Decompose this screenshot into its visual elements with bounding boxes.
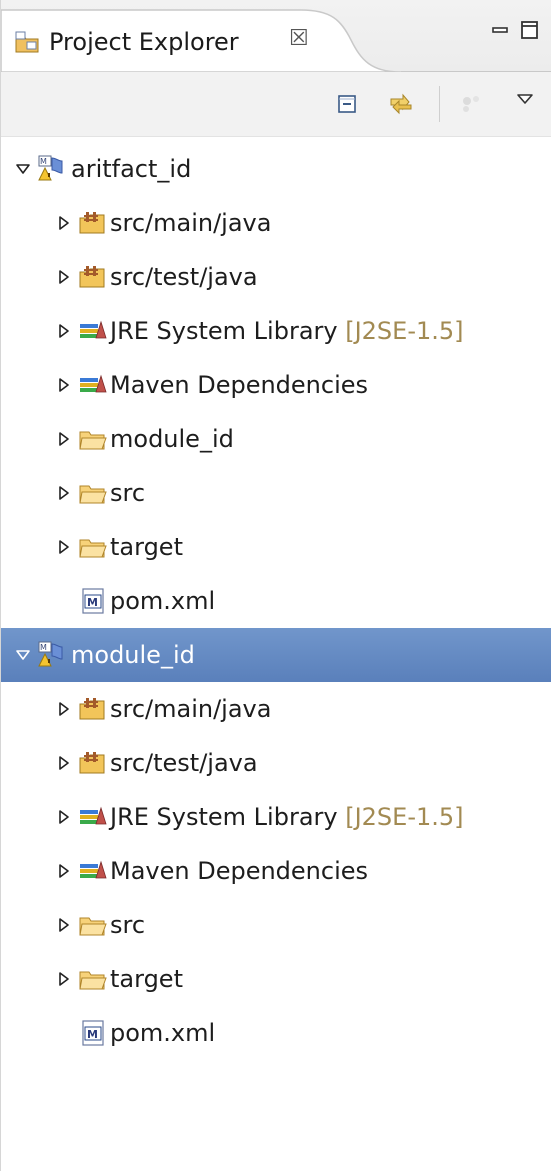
tree-item-row[interactable]: src xyxy=(1,898,551,952)
folder-icon xyxy=(79,485,107,504)
source-folder-icon xyxy=(79,752,105,774)
tree-project-row[interactable]: Mmodule_id xyxy=(1,628,551,682)
item-label: src/test/java xyxy=(110,749,258,777)
tree-item-row[interactable]: JRE System Library [J2SE-1.5] xyxy=(1,790,551,844)
library-version-decoration: [J2SE-1.5] xyxy=(337,803,464,831)
item-label: module_id xyxy=(110,425,234,453)
expand-twisty-icon[interactable] xyxy=(56,809,72,825)
tree-item-row[interactable]: Mpom.xml xyxy=(1,1006,551,1060)
pom-file-icon: M xyxy=(82,588,104,614)
library-icon xyxy=(80,860,107,879)
source-folder-icon xyxy=(79,698,105,720)
library-icon xyxy=(80,806,107,825)
folder-icon xyxy=(79,971,107,990)
expand-twisty-icon[interactable] xyxy=(56,971,72,987)
source-folder-icon xyxy=(79,212,105,234)
tree-item-row[interactable]: target xyxy=(1,952,551,1006)
item-label: target xyxy=(110,965,183,993)
view-title: Project Explorer xyxy=(49,28,239,56)
collapse-twisty-icon[interactable] xyxy=(15,161,31,177)
tree-item-row[interactable]: src/test/java xyxy=(1,250,551,304)
expand-twisty-icon[interactable] xyxy=(56,215,72,231)
expand-twisty-icon[interactable] xyxy=(56,269,72,285)
item-label: src/main/java xyxy=(110,695,272,723)
tree-item-row[interactable]: src/main/java xyxy=(1,196,551,250)
expand-twisty-icon[interactable] xyxy=(56,755,72,771)
tree-item-row[interactable]: Mpom.xml xyxy=(1,574,551,628)
view-toolbar xyxy=(1,72,551,137)
collapse-all-button[interactable] xyxy=(333,90,361,118)
expand-twisty-icon[interactable] xyxy=(56,431,72,447)
project-label: aritfact_id xyxy=(71,155,192,183)
maven-project-icon: M xyxy=(38,641,63,667)
item-label: JRE System Library [J2SE-1.5] xyxy=(110,803,464,831)
item-label: src/test/java xyxy=(110,263,258,291)
tree-item-row[interactable]: module_id xyxy=(1,412,551,466)
tree-item-row[interactable]: Maven Dependencies xyxy=(1,844,551,898)
chevron-down-icon xyxy=(517,94,533,104)
svg-text:M: M xyxy=(87,1028,98,1041)
source-folder-icon xyxy=(79,266,105,288)
toolbar-separator xyxy=(439,86,440,122)
collapse-twisty-icon[interactable] xyxy=(15,647,31,663)
library-icon xyxy=(80,320,107,339)
view-tab[interactable]: Project Explorer xyxy=(13,22,239,62)
tree-item-row[interactable]: target xyxy=(1,520,551,574)
library-icon xyxy=(80,374,107,393)
folder-icon xyxy=(79,431,107,450)
expand-twisty-icon[interactable] xyxy=(56,485,72,501)
expand-twisty-icon[interactable] xyxy=(56,917,72,933)
item-label: JRE System Library [J2SE-1.5] xyxy=(110,317,464,345)
collapse-all-icon xyxy=(338,95,356,113)
tree-item-row[interactable]: Maven Dependencies xyxy=(1,358,551,412)
minimize-icon[interactable] xyxy=(489,18,513,42)
svg-text:M: M xyxy=(40,643,47,652)
item-label: Maven Dependencies xyxy=(110,371,369,399)
link-with-editor-button[interactable] xyxy=(387,90,415,118)
tree-project-row[interactable]: Maritfact_id xyxy=(1,142,551,196)
folder-icon xyxy=(79,917,107,936)
item-label: Maven Dependencies xyxy=(110,857,369,885)
project-explorer-icon xyxy=(15,31,39,53)
folder-icon xyxy=(79,539,107,558)
expand-twisty-icon[interactable] xyxy=(56,377,72,393)
close-tab-icon[interactable]: ☒ xyxy=(289,28,309,50)
tree-item-row[interactable]: JRE System Library [J2SE-1.5] xyxy=(1,304,551,358)
item-label: pom.xml xyxy=(110,1019,216,1047)
maximize-icon[interactable] xyxy=(518,18,542,42)
tree-item-row[interactable]: src xyxy=(1,466,551,520)
expand-twisty-icon[interactable] xyxy=(56,323,72,339)
project-explorer-view: Project Explorer ☒ M aritfact_id src/mai… xyxy=(0,0,551,1171)
item-label: src/main/java xyxy=(110,209,272,237)
link-with-editor-icon xyxy=(390,93,412,115)
item-label: src xyxy=(110,479,146,507)
svg-text:M: M xyxy=(40,157,47,166)
view-tab-strip: Project Explorer ☒ xyxy=(1,0,551,72)
expand-twisty-icon[interactable] xyxy=(56,701,72,717)
focus-button[interactable] xyxy=(457,90,485,118)
svg-text:M: M xyxy=(87,596,98,609)
focus-icon xyxy=(463,96,479,112)
tree-item-row[interactable]: src/test/java xyxy=(1,736,551,790)
maven-project-icon: M xyxy=(38,155,63,181)
project-label: module_id xyxy=(71,641,195,669)
expand-twisty-icon[interactable] xyxy=(56,539,72,555)
item-label: src xyxy=(110,911,146,939)
view-menu-button[interactable] xyxy=(511,86,539,114)
item-label: pom.xml xyxy=(110,587,216,615)
library-version-decoration: [J2SE-1.5] xyxy=(337,317,464,345)
tree-item-row[interactable]: src/main/java xyxy=(1,682,551,736)
expand-twisty-icon[interactable] xyxy=(56,863,72,879)
item-label: target xyxy=(110,533,183,561)
pom-file-icon: M xyxy=(82,1020,104,1046)
